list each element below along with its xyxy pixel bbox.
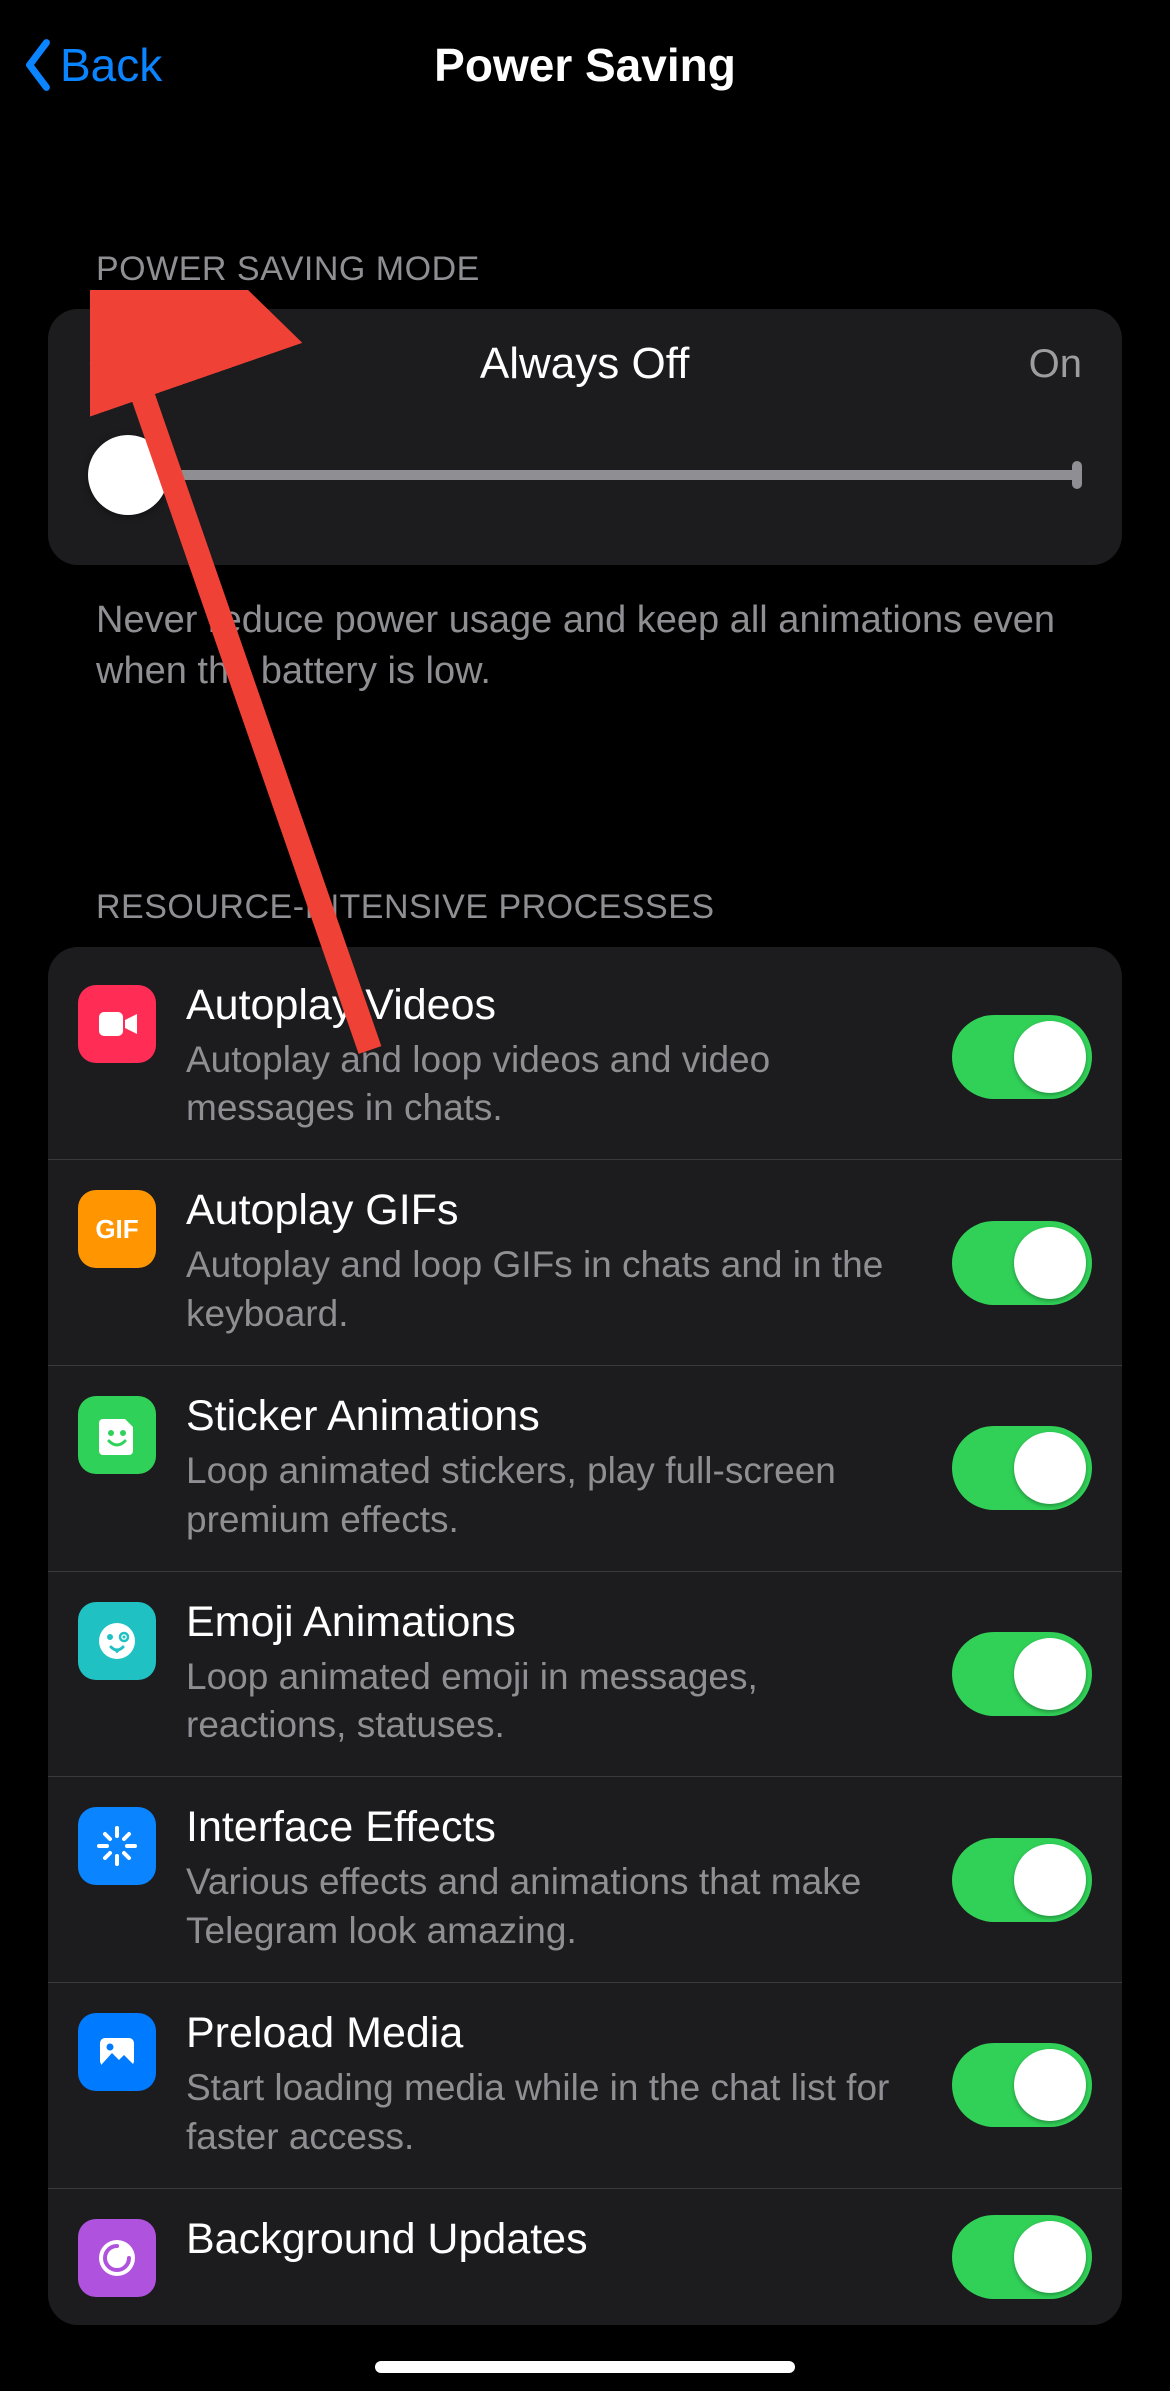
refresh-icon	[78, 2219, 156, 2297]
section-header-resources: RESOURCE-INTENSIVE PROCESSES	[0, 888, 1170, 947]
slider-end-cap	[1072, 461, 1082, 489]
sparkle-icon	[78, 1807, 156, 1885]
toggle-autoplay-videos[interactable]	[952, 1015, 1092, 1099]
row-background-updates[interactable]: Background Updates	[48, 2189, 1122, 2325]
row-subtitle: Loop animated emoji in messages, reactio…	[186, 1653, 922, 1751]
row-autoplay-videos[interactable]: Autoplay Videos Autoplay and loop videos…	[48, 947, 1122, 1161]
section-header-power-mode: POWER SAVING MODE	[0, 250, 1170, 309]
back-button[interactable]: Back	[20, 0, 162, 130]
toggle-sticker-animations[interactable]	[952, 1426, 1092, 1510]
row-subtitle: Loop animated stickers, play full-screen…	[186, 1447, 922, 1545]
emoji-icon	[78, 1602, 156, 1680]
row-subtitle: Start loading media while in the chat li…	[186, 2064, 922, 2162]
row-title: Sticker Animations	[186, 1392, 922, 1441]
home-indicator[interactable]	[375, 2361, 795, 2373]
row-emoji-animations[interactable]: Emoji Animations Loop animated emoji in …	[48, 1572, 1122, 1778]
slider-label-off: Off	[88, 342, 141, 387]
row-interface-effects[interactable]: Interface Effects Various effects and an…	[48, 1777, 1122, 1983]
sticker-icon	[78, 1396, 156, 1474]
back-label: Back	[60, 38, 162, 92]
power-slider[interactable]	[88, 435, 1082, 515]
toggle-interface-effects[interactable]	[952, 1838, 1092, 1922]
row-preload-media[interactable]: Preload Media Start loading media while …	[48, 1983, 1122, 2189]
slider-track	[118, 470, 1082, 480]
resource-list: Autoplay Videos Autoplay and loop videos…	[48, 947, 1122, 2325]
chevron-left-icon	[20, 37, 56, 93]
row-sticker-animations[interactable]: Sticker Animations Loop animated sticker…	[48, 1366, 1122, 1572]
toggle-emoji-animations[interactable]	[952, 1632, 1092, 1716]
row-title: Preload Media	[186, 2009, 922, 2058]
row-subtitle: Autoplay and loop videos and video messa…	[186, 1036, 922, 1134]
row-subtitle: Autoplay and loop GIFs in chats and in t…	[186, 1241, 922, 1339]
slider-label-center: Always Off	[480, 339, 689, 389]
row-title: Autoplay GIFs	[186, 1186, 922, 1235]
slider-thumb[interactable]	[88, 435, 168, 515]
row-title: Background Updates	[186, 2215, 922, 2264]
toggle-preload-media[interactable]	[952, 2043, 1092, 2127]
video-icon	[78, 985, 156, 1063]
row-title: Emoji Animations	[186, 1598, 922, 1647]
photo-icon	[78, 2013, 156, 2091]
toggle-background-updates[interactable]	[952, 2215, 1092, 2299]
power-slider-card: Off Always Off On	[48, 309, 1122, 565]
row-subtitle: Various effects and animations that make…	[186, 1858, 922, 1956]
page-title: Power Saving	[434, 38, 736, 92]
gif-icon: GIF	[78, 1190, 156, 1268]
nav-bar: Back Power Saving	[0, 0, 1170, 130]
toggle-autoplay-gifs[interactable]	[952, 1221, 1092, 1305]
power-mode-note: Never reduce power usage and keep all an…	[0, 565, 1170, 698]
row-title: Autoplay Videos	[186, 981, 922, 1030]
row-autoplay-gifs[interactable]: GIF Autoplay GIFs Autoplay and loop GIFs…	[48, 1160, 1122, 1366]
slider-label-on: On	[1029, 342, 1082, 387]
row-title: Interface Effects	[186, 1803, 922, 1852]
